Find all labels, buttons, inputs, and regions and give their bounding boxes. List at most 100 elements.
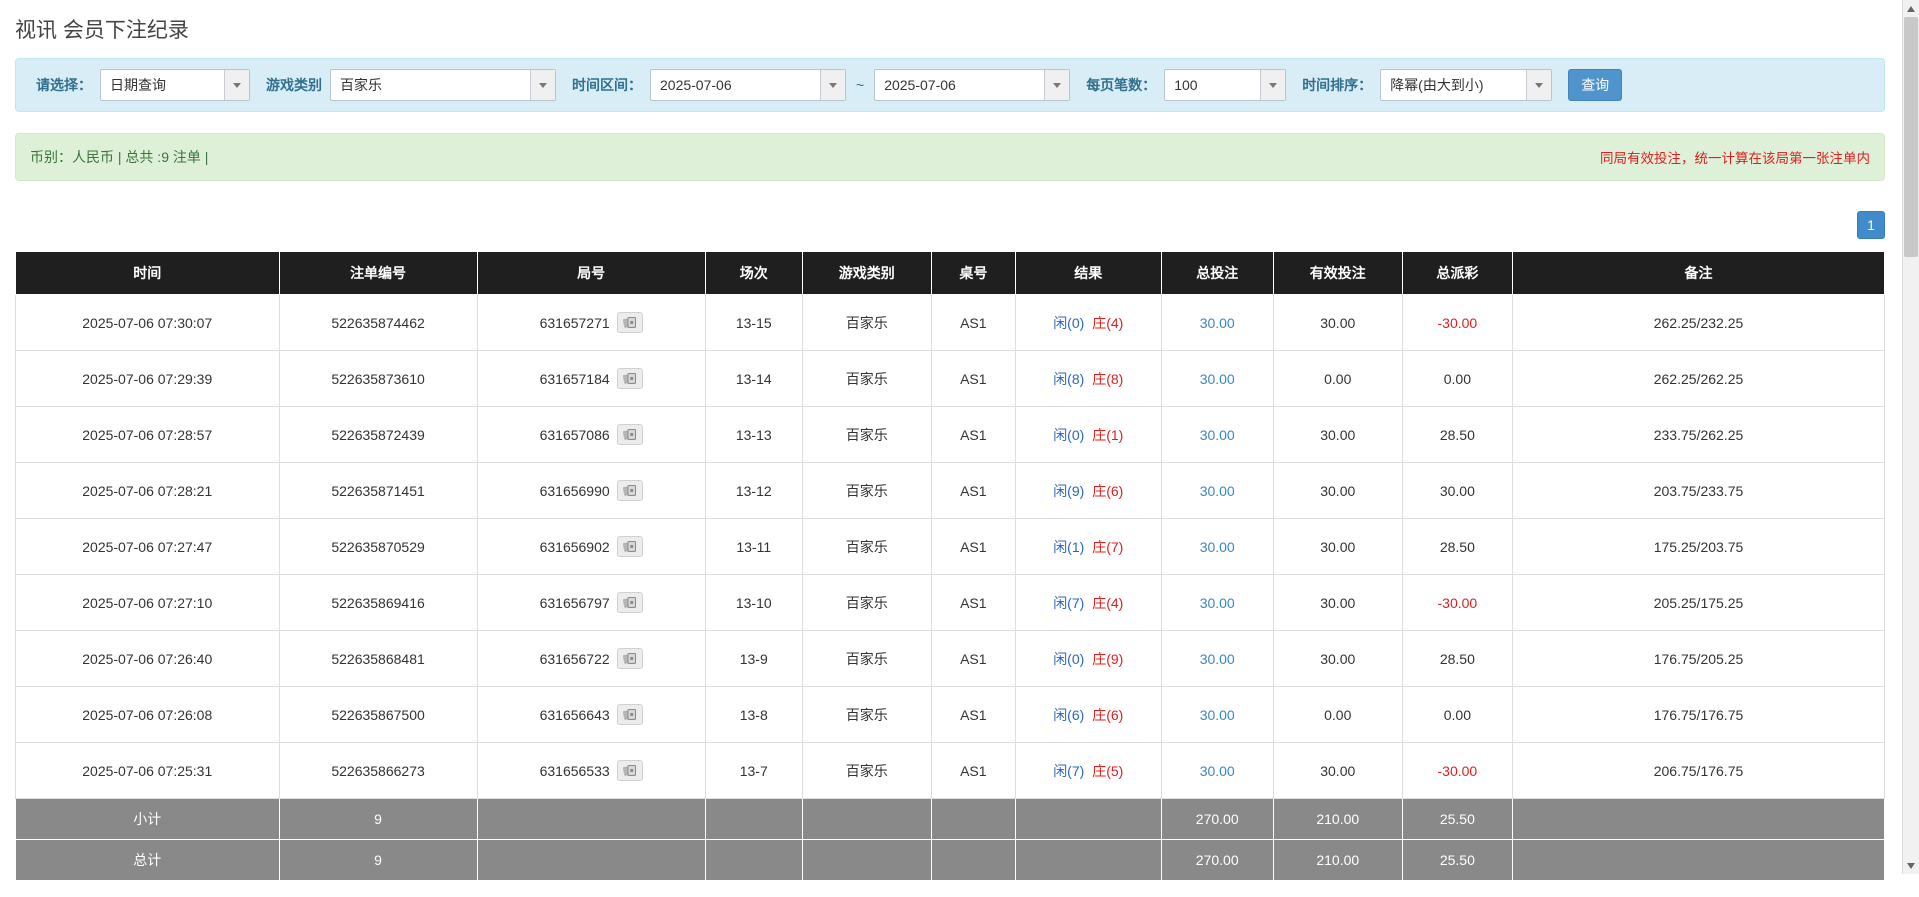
result-player: 闲(1) <box>1053 539 1084 555</box>
total-bet-link[interactable]: 30.00 <box>1200 651 1235 667</box>
game-type-dropdown-button[interactable] <box>530 70 555 100</box>
date-to-value: 2025-07-06 <box>875 70 1044 100</box>
page-size-dropdown-button[interactable] <box>1260 70 1285 100</box>
total-bet-link[interactable]: 30.00 <box>1200 371 1235 387</box>
view-cards-icon[interactable] <box>617 760 643 781</box>
view-cards-icon[interactable] <box>617 424 643 445</box>
cell-game-type: 百家乐 <box>802 743 931 799</box>
table-row: 2025-07-06 07:25:31 522635866273 6316565… <box>16 743 1885 799</box>
chevron-down-icon <box>829 83 837 88</box>
table-body: 2025-07-06 07:30:07 522635874462 6316572… <box>16 295 1885 799</box>
cell-valid-bet: 0.00 <box>1273 351 1402 407</box>
cell-remark: 206.75/176.75 <box>1513 743 1885 799</box>
table-row: 2025-07-06 07:29:39 522635873610 6316571… <box>16 351 1885 407</box>
result-player: 闲(0) <box>1053 427 1084 443</box>
time-sort-dropdown[interactable]: 降幂(由大到小) <box>1380 69 1552 101</box>
game-type-dropdown[interactable]: 百家乐 <box>330 69 556 101</box>
cell-remark: 262.25/262.25 <box>1513 351 1885 407</box>
cell-game-type: 百家乐 <box>802 519 931 575</box>
date-to-picker[interactable]: 2025-07-06 <box>874 69 1070 101</box>
cell-payout: 28.50 <box>1402 519 1512 575</box>
total-bet-link[interactable]: 30.00 <box>1200 427 1235 443</box>
total-valid-bet: 210.00 <box>1273 840 1402 881</box>
scrollbar-thumb[interactable] <box>1904 17 1918 257</box>
cell-payout: -30.00 <box>1402 295 1512 351</box>
table-summary: 小计 9 270.00 210.00 25.50 总计 9 2 <box>16 799 1885 881</box>
date-from-value: 2025-07-06 <box>651 70 820 100</box>
cell-session: 13-10 <box>705 575 802 631</box>
page-size-dropdown[interactable]: 100 <box>1164 69 1286 101</box>
scroll-down-arrow-icon[interactable] <box>1903 857 1919 874</box>
cell-round-id: 631656990 <box>477 463 705 519</box>
cell-remark: 205.25/175.25 <box>1513 575 1885 631</box>
cell-time: 2025-07-06 07:28:21 <box>16 463 280 519</box>
subtotal-row: 小计 9 270.00 210.00 25.50 <box>16 799 1885 840</box>
vertical-scrollbar[interactable] <box>1902 0 1919 874</box>
cell-total-bet: 30.00 <box>1161 351 1273 407</box>
date-to-dropdown-button[interactable] <box>1044 70 1069 100</box>
cell-result: 闲(0) 庄(9) <box>1015 631 1161 687</box>
cell-remark: 203.75/233.75 <box>1513 463 1885 519</box>
cell-bet-id: 522635874462 <box>279 295 477 351</box>
header-valid-bet: 有效投注 <box>1273 252 1402 295</box>
view-cards-icon[interactable] <box>617 648 643 669</box>
query-type-dropdown-button[interactable] <box>224 70 249 100</box>
cell-game-type: 百家乐 <box>802 687 931 743</box>
total-bet-link[interactable]: 30.00 <box>1200 483 1235 499</box>
cell-payout: -30.00 <box>1402 575 1512 631</box>
date-from-dropdown-button[interactable] <box>820 70 845 100</box>
query-type-dropdown[interactable]: 日期查询 <box>100 69 250 101</box>
cell-table-no: AS1 <box>931 575 1015 631</box>
total-label: 总计 <box>16 840 280 881</box>
scroll-up-arrow-icon[interactable] <box>1903 0 1919 17</box>
currency-total-summary: 币别：人民币 | 总共 :9 注单 | <box>30 147 208 167</box>
cell-payout: 28.50 <box>1402 631 1512 687</box>
date-from-picker[interactable]: 2025-07-06 <box>650 69 846 101</box>
view-cards-icon[interactable] <box>617 480 643 501</box>
chevron-down-icon <box>539 83 547 88</box>
page-title: 视讯 会员下注纪录 <box>15 14 1885 44</box>
cell-round-id: 631657271 <box>477 295 705 351</box>
cell-session: 13-13 <box>705 407 802 463</box>
cell-remark: 176.75/205.25 <box>1513 631 1885 687</box>
total-bet-link[interactable]: 30.00 <box>1200 315 1235 331</box>
total-bet-link[interactable]: 30.00 <box>1200 595 1235 611</box>
table-row: 2025-07-06 07:28:57 522635872439 6316570… <box>16 407 1885 463</box>
game-type-label: 游戏类别 <box>266 75 322 95</box>
cell-valid-bet: 30.00 <box>1273 407 1402 463</box>
cell-round-id: 631656643 <box>477 687 705 743</box>
header-time: 时间 <box>16 252 280 295</box>
view-cards-icon[interactable] <box>617 312 643 333</box>
cell-time: 2025-07-06 07:27:47 <box>16 519 280 575</box>
cell-total-bet: 30.00 <box>1161 743 1273 799</box>
total-bet-link[interactable]: 30.00 <box>1200 539 1235 555</box>
cell-round-id: 631657184 <box>477 351 705 407</box>
summary-bar: 币别：人民币 | 总共 :9 注单 | 同局有效投注，统一计算在该局第一张注单内 <box>15 133 1885 181</box>
game-type-value: 百家乐 <box>331 70 530 100</box>
cell-valid-bet: 0.00 <box>1273 687 1402 743</box>
total-bet-link[interactable]: 30.00 <box>1200 707 1235 723</box>
result-banker: 庄(4) <box>1092 595 1123 611</box>
round-number: 631656722 <box>540 651 610 667</box>
round-number: 631656797 <box>540 595 610 611</box>
page-number-button[interactable]: 1 <box>1857 211 1885 239</box>
cell-table-no: AS1 <box>931 631 1015 687</box>
result-banker: 庄(4) <box>1092 315 1123 331</box>
time-sort-dropdown-button[interactable] <box>1526 70 1551 100</box>
total-bet-link[interactable]: 30.00 <box>1200 763 1235 779</box>
view-cards-icon[interactable] <box>617 368 643 389</box>
view-cards-icon[interactable] <box>617 592 643 613</box>
cell-remark: 262.25/232.25 <box>1513 295 1885 351</box>
filter-bar: 请选择： 日期查询 游戏类别 百家乐 时间区间： 2025-07-06 ~ 20… <box>15 58 1885 112</box>
search-button[interactable]: 查询 <box>1568 69 1622 101</box>
cell-game-type: 百家乐 <box>802 463 931 519</box>
cell-result: 闲(8) 庄(8) <box>1015 351 1161 407</box>
view-cards-icon[interactable] <box>617 704 643 725</box>
cell-bet-id: 522635869416 <box>279 575 477 631</box>
table-row: 2025-07-06 07:27:47 522635870529 6316569… <box>16 519 1885 575</box>
cell-round-id: 631656797 <box>477 575 705 631</box>
cell-remark: 175.25/203.75 <box>1513 519 1885 575</box>
cell-remark: 176.75/176.75 <box>1513 687 1885 743</box>
result-player: 闲(7) <box>1053 595 1084 611</box>
view-cards-icon[interactable] <box>617 536 643 557</box>
